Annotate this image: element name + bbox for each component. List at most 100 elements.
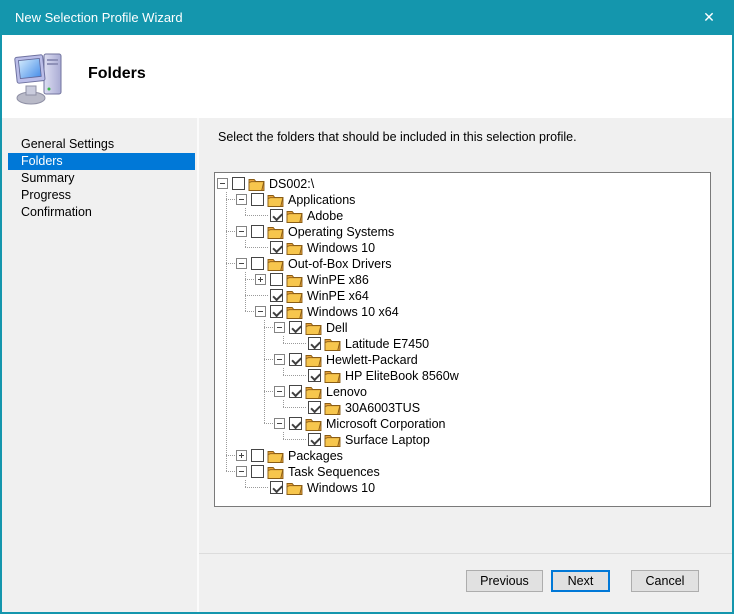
collapse-icon[interactable] <box>255 306 266 317</box>
tree-item-out-of-box-drivers[interactable]: Out-of-Box Drivers <box>217 256 710 272</box>
tree-item-label: 30A6003TUS <box>345 400 420 416</box>
tree-item-latitude-e7450[interactable]: Latitude E7450 <box>217 336 710 352</box>
tree-item-task-sequences[interactable]: Task Sequences <box>217 464 710 480</box>
tree-item-label: Operating Systems <box>288 224 394 240</box>
checkbox-checked[interactable] <box>289 353 302 366</box>
collapse-icon[interactable] <box>274 322 285 333</box>
checkbox-checked[interactable] <box>289 417 302 430</box>
checkbox-unchecked[interactable] <box>251 257 264 270</box>
tree-item-windows-10[interactable]: Windows 10 <box>217 480 710 496</box>
tree-item-lenovo[interactable]: Lenovo <box>217 384 710 400</box>
tree-item-30a6003tus[interactable]: 30A6003TUS <box>217 400 710 416</box>
tree-item-label: WinPE x64 <box>307 288 369 304</box>
folder-icon <box>324 401 341 415</box>
checkbox-checked[interactable] <box>270 289 283 302</box>
tree-connector-line <box>293 407 307 408</box>
tree-connector-line <box>274 432 293 448</box>
sidebar-item-summary[interactable]: Summary <box>8 170 195 187</box>
tree-connector-line <box>236 304 255 320</box>
tree-item-microsoft-corporation[interactable]: Microsoft Corporation <box>217 416 710 432</box>
tree-item-hewlett-packard[interactable]: Hewlett-Packard <box>217 352 710 368</box>
sidebar-item-general-settings[interactable]: General Settings <box>8 136 195 153</box>
checkbox-checked[interactable] <box>270 209 283 222</box>
tree-item-applications[interactable]: Applications <box>217 192 710 208</box>
folder-icon <box>324 337 341 351</box>
checkbox-checked[interactable] <box>270 481 283 494</box>
tree-guide-line <box>217 288 236 304</box>
tree-item-winpe-x86[interactable]: WinPE x86 <box>217 272 710 288</box>
checkbox-unchecked[interactable] <box>251 193 264 206</box>
tree-item-adobe[interactable]: Adobe <box>217 208 710 224</box>
tree-item-windows-10-x64[interactable]: Windows 10 x64 <box>217 304 710 320</box>
sidebar-item-confirmation[interactable]: Confirmation <box>8 204 195 221</box>
tree-item-windows-10[interactable]: Windows 10 <box>217 240 710 256</box>
tree-connector-line <box>293 439 307 440</box>
tree-connector-line <box>293 343 307 344</box>
tree-expander-slot <box>255 240 269 256</box>
tree-connector-line <box>255 487 269 488</box>
tree-item-winpe-x64[interactable]: WinPE x64 <box>217 288 710 304</box>
tree-guide-line <box>217 272 236 288</box>
folder-icon <box>324 433 341 447</box>
tree-item-operating-systems[interactable]: Operating Systems <box>217 224 710 240</box>
tree-expander-slot <box>255 208 269 224</box>
checkbox-checked[interactable] <box>270 241 283 254</box>
tree-item-packages[interactable]: Packages <box>217 448 710 464</box>
expand-icon[interactable] <box>255 274 266 285</box>
tree-item-label: Dell <box>326 320 348 336</box>
collapse-icon[interactable] <box>236 258 247 269</box>
next-button[interactable]: Next <box>551 570 610 592</box>
tree-connector-line <box>236 208 255 224</box>
folder-icon <box>267 257 284 271</box>
folder-icon <box>286 305 303 319</box>
checkbox-checked[interactable] <box>308 369 321 382</box>
tree-item-dell[interactable]: Dell <box>217 320 710 336</box>
titlebar: New Selection Profile Wizard ✕ <box>0 0 734 35</box>
close-icon[interactable]: ✕ <box>694 0 724 35</box>
cancel-button[interactable]: Cancel <box>631 570 699 592</box>
collapse-icon[interactable] <box>236 466 247 477</box>
checkbox-checked[interactable] <box>289 385 302 398</box>
tree-item-label: Adobe <box>307 208 343 224</box>
checkbox-checked[interactable] <box>289 321 302 334</box>
checkbox-unchecked[interactable] <box>251 465 264 478</box>
collapse-icon[interactable] <box>274 418 285 429</box>
checkbox-checked[interactable] <box>308 337 321 350</box>
checkbox-unchecked[interactable] <box>251 449 264 462</box>
tree-item-surface-laptop[interactable]: Surface Laptop <box>217 432 710 448</box>
checkbox-unchecked[interactable] <box>251 225 264 238</box>
tree-guide-line <box>255 336 274 352</box>
collapse-icon[interactable] <box>236 226 247 237</box>
tree-guide-line <box>217 240 236 256</box>
collapse-icon[interactable] <box>217 178 228 189</box>
instruction-text: Select the folders that should be includ… <box>218 130 577 144</box>
tree-item-hp-elitebook-8560w[interactable]: HP EliteBook 8560w <box>217 368 710 384</box>
checkbox-checked[interactable] <box>270 305 283 318</box>
previous-button[interactable]: Previous <box>466 570 543 592</box>
tree-item-ds002[interactable]: DS002:\ <box>217 176 710 192</box>
tree-item-label: Windows 10 <box>307 240 375 256</box>
tree-item-label: Hewlett-Packard <box>326 352 418 368</box>
checkbox-checked[interactable] <box>308 433 321 446</box>
checkbox-unchecked[interactable] <box>232 177 245 190</box>
sidebar-item-folders[interactable]: Folders <box>8 153 195 170</box>
sidebar-item-progress[interactable]: Progress <box>8 187 195 204</box>
tree-expander-slot <box>293 432 307 448</box>
tree-item-label: Task Sequences <box>288 464 380 480</box>
tree-item-label: Applications <box>288 192 355 208</box>
checkbox-unchecked[interactable] <box>270 273 283 286</box>
folder-tree[interactable]: DS002:\ApplicationsAdobeOperating System… <box>214 172 711 507</box>
checkbox-checked[interactable] <box>308 401 321 414</box>
footer-buttons: Previous Next Cancel <box>466 570 699 592</box>
tree-item-label: WinPE x86 <box>307 272 369 288</box>
tree-expander-slot <box>255 480 269 496</box>
tree-item-label: HP EliteBook 8560w <box>345 368 459 384</box>
folder-icon <box>267 193 284 207</box>
tree-connector-line <box>255 352 274 368</box>
tree-expander-slot <box>255 288 269 304</box>
collapse-icon[interactable] <box>236 194 247 205</box>
tree-connector-line <box>217 464 236 480</box>
collapse-icon[interactable] <box>274 386 285 397</box>
collapse-icon[interactable] <box>274 354 285 365</box>
expand-icon[interactable] <box>236 450 247 461</box>
